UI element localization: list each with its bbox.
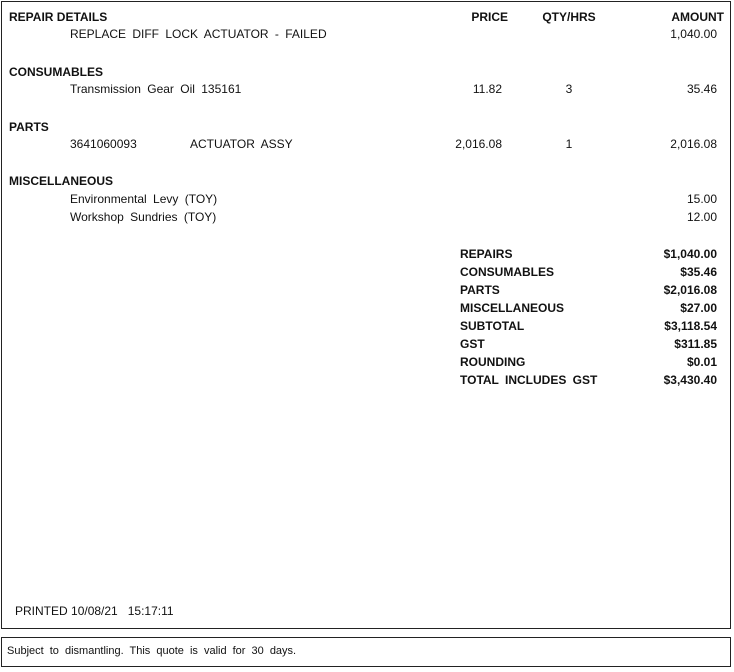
quote-frame: REPAIR DETAILS PRICE QTY/HRS AMOUNT REPL…	[1, 1, 731, 629]
misc-item-description: Environmental Levy (TOY)	[70, 192, 218, 206]
consumable-description: Transmission Gear Oil 135161	[70, 82, 242, 96]
consumables-heading: CONSUMABLES	[9, 65, 104, 79]
totals-value-rounding: $0.01	[686, 355, 717, 369]
footer-note: Subject to dismantling. This quote is va…	[7, 645, 297, 657]
totals-label-parts: PARTS	[460, 283, 500, 297]
misc-item-amount: 15.00	[686, 192, 717, 206]
totals-value-gst: $311.85	[674, 337, 717, 351]
printed-label: PRINTED	[15, 604, 68, 618]
misc-item-amount: 12.00	[686, 210, 717, 224]
consumable-price: 11.82	[472, 82, 502, 96]
totals-label-subtotal: SUBTOTAL	[460, 319, 525, 333]
totals-value-consumables: $35.46	[680, 265, 717, 279]
amount-column-header: AMOUNT	[671, 10, 724, 24]
printed-stamp: PRINTED 10/08/21 15:17:11	[15, 604, 174, 618]
part-qty: 1	[565, 137, 573, 151]
totals-value-parts: $2,016.08	[663, 283, 717, 297]
printed-time: 15:17:11	[127, 604, 174, 618]
totals-value-subtotal: $3,118.54	[664, 319, 717, 333]
totals-label-miscellaneous: MISCELLANEOUS	[460, 301, 565, 315]
repair-amount: 1,040.00	[670, 27, 717, 41]
parts-heading: PARTS	[9, 120, 49, 134]
totals-label-gst: GST	[460, 337, 485, 351]
repair-description: REPLACE DIFF LOCK ACTUATOR - FAILED	[70, 27, 327, 41]
part-price: 2,016.08	[455, 137, 502, 151]
repair-details-heading: REPAIR DETAILS	[9, 10, 108, 24]
totals-label-repairs: REPAIRS	[460, 247, 513, 261]
miscellaneous-heading: MISCELLANEOUS	[9, 174, 114, 188]
totals-value-miscellaneous: $27.00	[680, 301, 717, 315]
totals-label-rounding: ROUNDING	[460, 355, 526, 369]
misc-item-description: Workshop Sundries (TOY)	[70, 210, 217, 224]
part-number: 3641060093	[70, 137, 137, 151]
consumable-qty: 3	[565, 82, 573, 96]
footer-note-box: Subject to dismantling. This quote is va…	[1, 637, 731, 667]
totals-label-consumables: CONSUMABLES	[460, 265, 555, 279]
part-description: ACTUATOR ASSY	[190, 137, 293, 151]
totals-value-total: $3,430.40	[663, 373, 717, 387]
part-amount: 2,016.08	[670, 137, 717, 151]
qty-column-header: QTY/HRS	[542, 10, 596, 24]
price-column-header: PRICE	[471, 10, 508, 24]
consumable-amount: 35.46	[686, 82, 717, 96]
printed-date: 10/08/21	[71, 604, 118, 618]
totals-value-repairs: $1,040.00	[663, 247, 717, 261]
totals-label-total: TOTAL INCLUDES GST	[460, 373, 598, 387]
